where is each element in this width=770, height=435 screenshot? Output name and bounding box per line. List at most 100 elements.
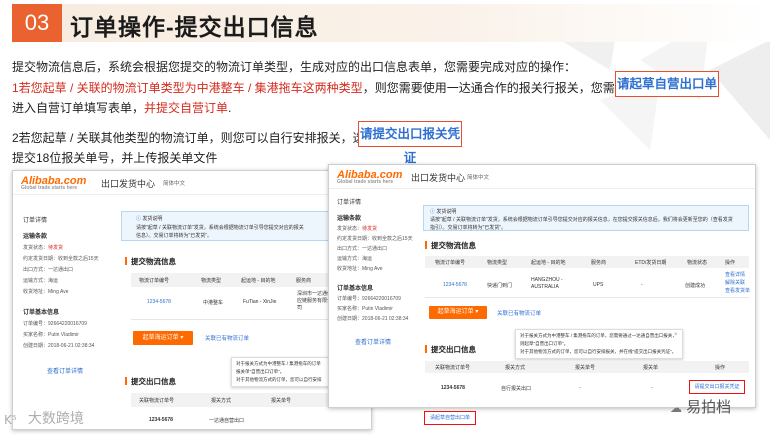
order-detail-title: 订单详情 <box>23 218 48 224</box>
provider: UPS <box>593 282 604 288</box>
declaration-number: - <box>579 385 581 391</box>
close-icon[interactable]: × <box>674 332 678 338</box>
logistics-type: 快递门到门 <box>487 283 513 289</box>
view-order-link[interactable]: 查看订单详情 <box>355 337 391 346</box>
intro-line-3-end: . <box>228 101 232 115</box>
section-marker <box>125 257 127 265</box>
col-header: 报关单号 <box>575 365 596 371</box>
view-shipment-link[interactable]: 查看发货单 <box>725 287 750 294</box>
export-order-id: 1234-5678 <box>441 385 465 391</box>
transport-terms-title: 运输条款 <box>23 234 48 240</box>
header: 03 订单操作-提交出口信息 <box>0 0 770 48</box>
intro-line-2-rest: ，则您需要使用一达通合作的报关行报关，您需要选择 <box>362 81 651 95</box>
receiver-row: 收货地址：Ming Ave <box>337 266 383 272</box>
draft-self-export-callout: 请起草自营出口单 <box>615 71 719 97</box>
transport-terms-title: 运输条款 <box>337 216 362 222</box>
export-section-title: 提交出口信息 <box>131 377 176 386</box>
center-title: 出口发货中心 <box>101 179 156 189</box>
order-number-row: 订单编号：92664220016709 <box>337 296 401 302</box>
notice-line-2: 信息）。交易订单将转为"已发货"。 <box>136 233 213 239</box>
col-header: 起运地 - 目的地 <box>241 278 276 284</box>
col-header: 服务商 <box>296 278 312 284</box>
submit-export-voucher-button[interactable]: 请提交出口报关凭证 <box>689 380 745 394</box>
view-detail-link[interactable]: 查看详情 <box>725 271 745 278</box>
date-row: 约定发货日期：收到全款之后15天 <box>23 256 99 262</box>
col-header: 操作 <box>715 365 726 371</box>
link-logistics-order-button[interactable]: 关联已有物流订单 <box>497 309 541 317</box>
intro-line-3-highlight: 并提交自营订单 <box>144 101 229 115</box>
draft-sea-order-button[interactable]: 起草海运订单 ▾ <box>429 306 487 319</box>
export-table-header: 关联物流订单号 报关方式 报关单号 报关单 操作 <box>425 361 749 373</box>
col-header: 物流类型 <box>487 260 508 266</box>
tip-line-3: 对于其他物流方式的订单，您可以自行安排 <box>236 377 322 382</box>
col-header: 物流类型 <box>201 278 222 284</box>
notice-title: ⓘ 发货说明 <box>136 216 163 222</box>
export-section-title: 提交出口信息 <box>431 345 476 354</box>
watermark-logo-icon: K⁵ <box>4 413 17 427</box>
col-header: 起运地 - 目的地 <box>531 260 566 266</box>
tip-line-2: 则起草"自营出口订单"。 <box>520 341 569 346</box>
top-bar: Alibaba.com Global trade starts here 出口发… <box>329 165 755 189</box>
col-header: 关联物流订单号 <box>139 398 175 404</box>
logistics-order-id[interactable]: 1234-5678 <box>443 282 467 288</box>
col-header: 物流状态 <box>687 260 708 266</box>
submit-export-voucher-callout: 请提交出口报关凭证 <box>358 121 462 165</box>
export-method: 自行报关出口 <box>501 386 532 392</box>
intro-line-5: 提交18位报关单号，并上传报关单文件 <box>12 151 218 165</box>
tip-line-1: 对于报关方式为中港整车 / 集港拖车的订单，您需要通过一达通自营出口报关， <box>520 333 677 338</box>
notice-title: ⓘ 发货说明 <box>430 209 457 215</box>
col-header: ETD/发货日期 <box>635 260 667 266</box>
order-number-row: 订单编号：92664220016709 <box>23 321 87 327</box>
order-detail-title: 订单详情 <box>337 200 362 206</box>
intro-line-1: 提交物流信息后，系统会根据您提交的物流订单类型，生成对应的出口信息表单，您需要完… <box>12 60 577 74</box>
logistics-section-title: 提交物流信息 <box>131 257 176 266</box>
status-row: 发货状态：待发货 <box>23 245 64 251</box>
etd: - <box>641 282 643 288</box>
unlink-link[interactable]: 解除关联 <box>725 279 745 286</box>
tip-line-1: 对于报关方式为中港整车 / 集港拖车的订单 <box>236 361 321 366</box>
method-row: 出口方式：一达通出口 <box>337 246 388 252</box>
col-header: 物流订单编号 <box>139 278 170 284</box>
logistics-order-id[interactable]: 1234-5678 <box>147 299 171 305</box>
center-title: 出口发货中心 <box>411 173 466 183</box>
declaration-file: - <box>651 385 653 391</box>
buyer-row: 买家名称：Putin Vladimir <box>23 332 79 338</box>
export-order-id: 1234-5678 <box>149 417 173 423</box>
notice-line-1: 请按"起草 / 关联物流订单"发货，系统会根据物流订单引导您提交对应的报关信息，… <box>430 217 733 223</box>
intro-line-2: 1若您起草 / 关联的物流订单类型为中港整车 / 集港拖车这两种类型，则您需要使… <box>12 80 651 96</box>
page-title: 订单操作-提交出口信息 <box>70 14 319 40</box>
view-order-link[interactable]: 查看订单详情 <box>47 366 83 375</box>
col-header: 报关方式 <box>211 398 232 404</box>
alibaba-logo: Alibaba.com Global trade starts here <box>337 169 403 185</box>
col-header: 报关单 <box>643 365 659 371</box>
alibaba-logo: Alibaba.com Global trade starts here <box>21 175 87 191</box>
link-logistics-order-button[interactable]: 关联已有物流订单 <box>205 334 249 342</box>
col-header: 服务商 <box>591 260 607 266</box>
draft-self-export-button[interactable]: 请起草自营出口单 <box>424 411 476 425</box>
watermark-right: ☁ 易拍档 <box>670 399 732 416</box>
col-header: 报关单号 <box>271 398 292 404</box>
intro-line-4: 2若您起草 / 关联其他类型的物流订单，则您可以自行安排报关，选择 <box>12 131 377 145</box>
created-row: 创建日期：2018-06-21 02:38:34 <box>337 316 409 322</box>
section-number: 03 <box>12 4 62 42</box>
col-header: 操作 <box>725 260 736 266</box>
section-marker <box>125 377 127 385</box>
export-method: 一达通自营出口 <box>209 418 245 424</box>
transport-row: 运输方式：海运 <box>337 256 373 262</box>
screenshot-export-voucher: Alibaba.com Global trade starts here 出口发… <box>328 164 756 408</box>
screenshot-self-export: Alibaba.com Global trade starts here 出口发… <box>12 170 372 430</box>
divider <box>425 297 749 298</box>
buyer-row: 买家名称：Putin Vladimir <box>337 306 393 312</box>
date-row: 约定发货日期：收到全款之后15天 <box>337 236 413 242</box>
created-row: 创建日期：2018-06-21 02:38:34 <box>23 343 95 349</box>
section-marker <box>425 345 427 353</box>
receiver-row: 收货地址：Ming Ave <box>23 289 69 295</box>
draft-sea-order-button[interactable]: 起草海运订单 ▾ <box>133 331 193 345</box>
language-selector[interactable]: 简体中文 <box>163 179 185 187</box>
logistics-section-title: 提交物流信息 <box>431 241 476 250</box>
col-header: 关联物流订单号 <box>435 365 471 371</box>
logistics-status: 创建成功 <box>685 283 706 289</box>
order-basic-title: 订单基本信息 <box>337 286 374 292</box>
language-selector[interactable]: 简体中文 <box>467 173 489 181</box>
intro-line-3: 进入自营订单填写表单，并提交自营订单. <box>12 100 231 116</box>
